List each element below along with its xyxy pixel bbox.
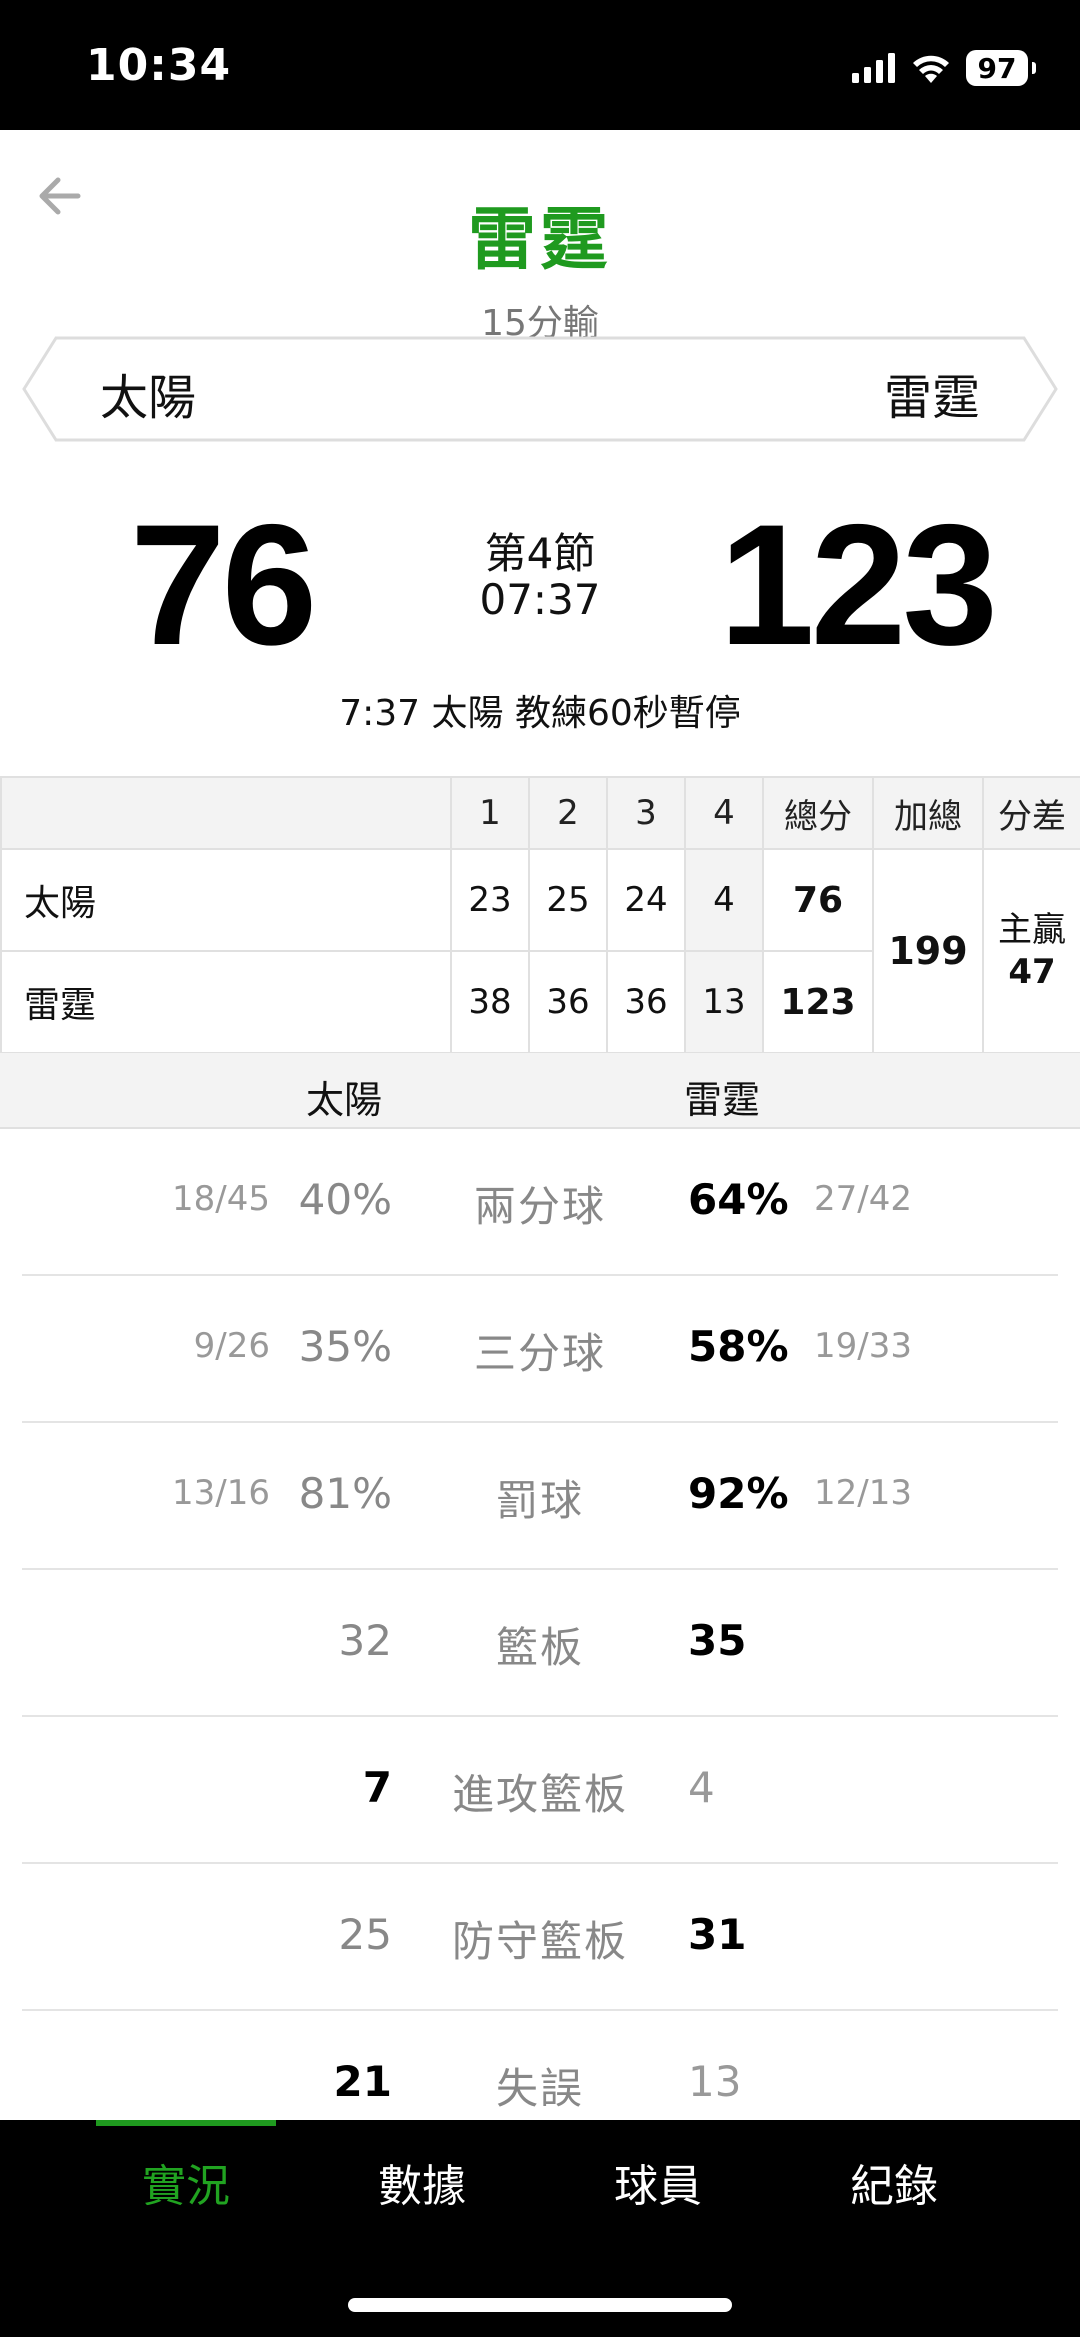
header-cell: 3 [606, 776, 686, 850]
stats-header-right: 雷霆 [684, 1078, 761, 1122]
quarter-score: 13 [684, 950, 764, 1054]
stat-row: 7 進攻籃板 4 [0, 1717, 1080, 1864]
home-indicator[interactable] [348, 2298, 732, 2312]
tab-live[interactable]: 實況 [68, 2150, 304, 2214]
stat-row: 9/26 35% 三分球 58% 19/33 [0, 1276, 1080, 1423]
stat-label: 兩分球 [473, 1182, 606, 1231]
stat-label: 籃板 [495, 1623, 584, 1672]
game-clock: 07:37 [479, 575, 601, 624]
stat-label: 進攻籃板 [451, 1770, 628, 1819]
team-left-name[interactable]: 太陽 [100, 358, 196, 428]
stat-left-frac: 18/45 [172, 1179, 270, 1219]
header-cell: 4 [684, 776, 764, 850]
stat-right-frac: 27/42 [814, 1179, 912, 1219]
status-icons: 97 [852, 48, 1036, 88]
team-name-cell: 雷霆 [0, 950, 452, 1054]
score-diff-label: 主贏 [998, 909, 1066, 950]
stats-header-left: 太陽 [306, 1078, 383, 1122]
total-score: 76 [762, 848, 874, 952]
stat-label: 防守籃板 [451, 1917, 628, 1966]
table-row: 太陽 23 25 24 4 76 199 主贏 47 [0, 848, 1080, 1054]
stats-header: 太陽 雷霆 [0, 1053, 1080, 1129]
signal-icon [852, 53, 895, 83]
stat-right-frac: 19/33 [814, 1326, 912, 1366]
result-title: 雷霆 [467, 201, 612, 280]
stat-right-value: 35 [688, 1616, 747, 1665]
status-bar: 10:34 97 [0, 0, 1080, 130]
left-score: 76 [130, 489, 317, 681]
stat-left-value: 21 [333, 2057, 392, 2106]
header-cell: 加總 [872, 776, 984, 850]
stat-left-value: 35% [298, 1322, 392, 1371]
stat-right-value: 58% [688, 1322, 789, 1371]
quarter-score: 4 [684, 848, 764, 952]
team-right-name[interactable]: 雷霆 [884, 358, 980, 428]
stat-row: 32 籃板 35 [0, 1570, 1080, 1717]
status-time: 10:34 [86, 40, 232, 91]
wifi-icon [913, 55, 949, 83]
tab-records[interactable]: 紀錄 [776, 2150, 1012, 2214]
stat-left-value: 40% [298, 1175, 392, 1224]
header-cell: 總分 [762, 776, 874, 850]
score-diff: 主贏 47 [982, 848, 1080, 1054]
stat-row: 18/45 40% 兩分球 64% 27/42 [0, 1129, 1080, 1276]
stat-label: 三分球 [473, 1329, 606, 1378]
total-score: 123 [762, 950, 874, 1054]
quarter-score: 25 [528, 848, 608, 952]
header-cell: 2 [528, 776, 608, 850]
stat-left-value: 7 [362, 1763, 392, 1812]
stat-right-value: 4 [688, 1763, 715, 1812]
right-score: 123 [719, 489, 998, 681]
stat-label: 罰球 [495, 1476, 584, 1525]
team-name-cell: 太陽 [0, 848, 452, 952]
tab-players[interactable]: 球員 [540, 2150, 776, 2214]
stat-label: 失誤 [495, 2064, 584, 2113]
quarter-score: 36 [606, 950, 686, 1054]
score-diff-value: 47 [1008, 952, 1056, 992]
header-cell: 分差 [982, 776, 1080, 850]
stat-right-value: 92% [688, 1469, 789, 1518]
box-score-header-row: 1 2 3 4 總分 加總 分差 [0, 776, 1080, 850]
stat-left-frac: 13/16 [172, 1473, 270, 1513]
stat-right-value: 31 [688, 1910, 747, 1959]
stat-row: 25 防守籃板 31 [0, 1864, 1080, 2011]
quarter-score: 23 [450, 848, 530, 952]
quarter-score: 38 [450, 950, 530, 1054]
header-cell [0, 776, 452, 850]
stat-right-value: 64% [688, 1175, 789, 1224]
active-tab-indicator [96, 2120, 276, 2126]
combined-score: 199 [872, 848, 984, 1054]
stat-left-value: 25 [338, 1910, 392, 1959]
stat-left-value: 32 [338, 1616, 392, 1665]
period: 第4節 [484, 529, 596, 578]
play-by-play-text: 7:37 太陽 教練60秒暫停 [339, 693, 741, 734]
stat-left-frac: 9/26 [193, 1326, 270, 1366]
battery-indicator: 97 [966, 50, 1036, 86]
stat-right-value: 13 [688, 2057, 742, 2106]
box-score-table: 1 2 3 4 總分 加總 分差 太陽 23 25 24 4 76 199 主贏… [0, 776, 1080, 1054]
stat-left-value: 81% [298, 1469, 392, 1518]
quarter-score: 36 [528, 950, 608, 1054]
stat-right-frac: 12/13 [814, 1473, 912, 1513]
quarter-score: 24 [606, 848, 686, 952]
header-cell: 1 [450, 776, 530, 850]
stat-row: 13/16 81% 罰球 92% 12/13 [0, 1423, 1080, 1570]
tab-stats[interactable]: 數據 [304, 2150, 540, 2214]
